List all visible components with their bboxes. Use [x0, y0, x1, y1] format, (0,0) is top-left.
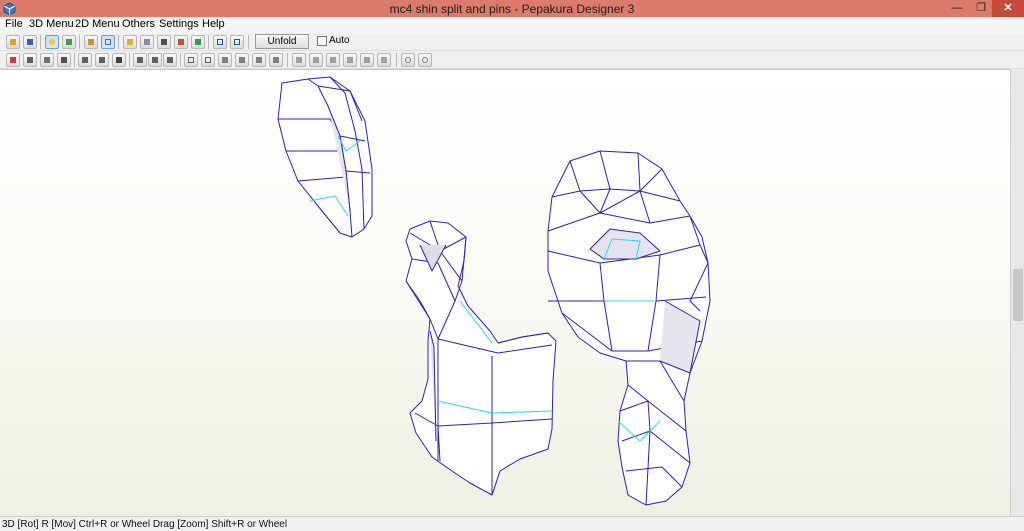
title-bar: mc4 shin split and pins - Pepakura Desig…	[0, 0, 1024, 17]
doc-icon[interactable]	[269, 53, 283, 67]
layers-icon[interactable]	[57, 53, 71, 67]
box-icon[interactable]	[84, 35, 98, 49]
3d-viewport[interactable]	[0, 69, 1010, 516]
layout-icon[interactable]	[213, 35, 227, 49]
light-icon[interactable]	[45, 35, 59, 49]
align-left-icon[interactable]	[292, 53, 306, 67]
zoom-in-icon[interactable]	[401, 53, 415, 67]
scroll-thumb[interactable]	[1013, 269, 1023, 321]
align-center-icon[interactable]	[309, 53, 323, 67]
rotate-icon[interactable]	[148, 53, 162, 67]
save-icon[interactable]	[23, 35, 37, 49]
grid2-icon[interactable]	[201, 53, 215, 67]
cylinder-icon[interactable]	[140, 35, 154, 49]
menu-others[interactable]: Others	[122, 18, 155, 30]
align-right-icon[interactable]	[326, 53, 340, 67]
page-icon[interactable]	[230, 35, 244, 49]
pointer-icon[interactable]	[23, 53, 37, 67]
grid-icon[interactable]	[40, 53, 54, 67]
copy-icon[interactable]	[235, 53, 249, 67]
menu-3d[interactable]: 3D Menu	[29, 18, 74, 30]
flap-icon[interactable]	[78, 53, 92, 67]
texture-icon[interactable]	[62, 35, 76, 49]
tile-icon[interactable]	[218, 53, 232, 67]
edit-icon[interactable]	[123, 35, 137, 49]
distribute-icon[interactable]	[377, 53, 391, 67]
auto-checkbox[interactable]	[317, 36, 327, 46]
model-piece-right	[547, 150, 711, 506]
menu-help[interactable]: Help	[202, 18, 225, 30]
close-button[interactable]: ✕	[992, 0, 1024, 17]
model-piece-top-left	[277, 76, 373, 238]
vertical-scrollbar[interactable]	[1010, 69, 1024, 516]
wireframe-icon[interactable]	[101, 35, 115, 49]
model-piece-middle	[405, 220, 557, 496]
edit-toolbar	[0, 51, 1024, 69]
menu-file[interactable]: File	[5, 18, 23, 30]
align-icon[interactable]	[184, 53, 198, 67]
model-canvas[interactable]	[0, 70, 1010, 516]
auto-label: Auto	[329, 35, 350, 46]
maximize-button[interactable]: ❐	[968, 0, 994, 17]
align-top-icon[interactable]	[343, 53, 357, 67]
main-toolbar: Unfold Auto	[0, 33, 1024, 51]
move-icon[interactable]	[157, 35, 171, 49]
minimize-button[interactable]: —	[944, 0, 970, 17]
select-icon[interactable]	[6, 53, 20, 67]
print-icon[interactable]	[112, 53, 126, 67]
join-icon[interactable]	[133, 53, 147, 67]
unfold-button[interactable]: Unfold	[255, 34, 309, 49]
paste-icon[interactable]	[252, 53, 266, 67]
frame-icon[interactable]	[191, 35, 205, 49]
align-middle-icon[interactable]	[360, 53, 374, 67]
window-title: mc4 shin split and pins - Pepakura Desig…	[389, 2, 635, 16]
menu-settings[interactable]: Settings	[159, 18, 199, 30]
open-icon[interactable]	[6, 35, 20, 49]
status-text: 3D [Rot] R [Mov] Ctrl+R or Wheel Drag [Z…	[2, 519, 288, 530]
menu-2d[interactable]: 2D Menu	[75, 18, 120, 30]
menu-bar: File 3D Menu 2D Menu Others Settings Hel…	[0, 17, 1024, 33]
pin-icon[interactable]	[163, 53, 177, 67]
cube-icon[interactable]	[174, 35, 188, 49]
fold-icon[interactable]	[95, 53, 109, 67]
zoom-out-icon[interactable]	[418, 53, 432, 67]
status-bar: 3D [Rot] R [Mov] Ctrl+R or Wheel Drag [Z…	[0, 516, 1024, 531]
